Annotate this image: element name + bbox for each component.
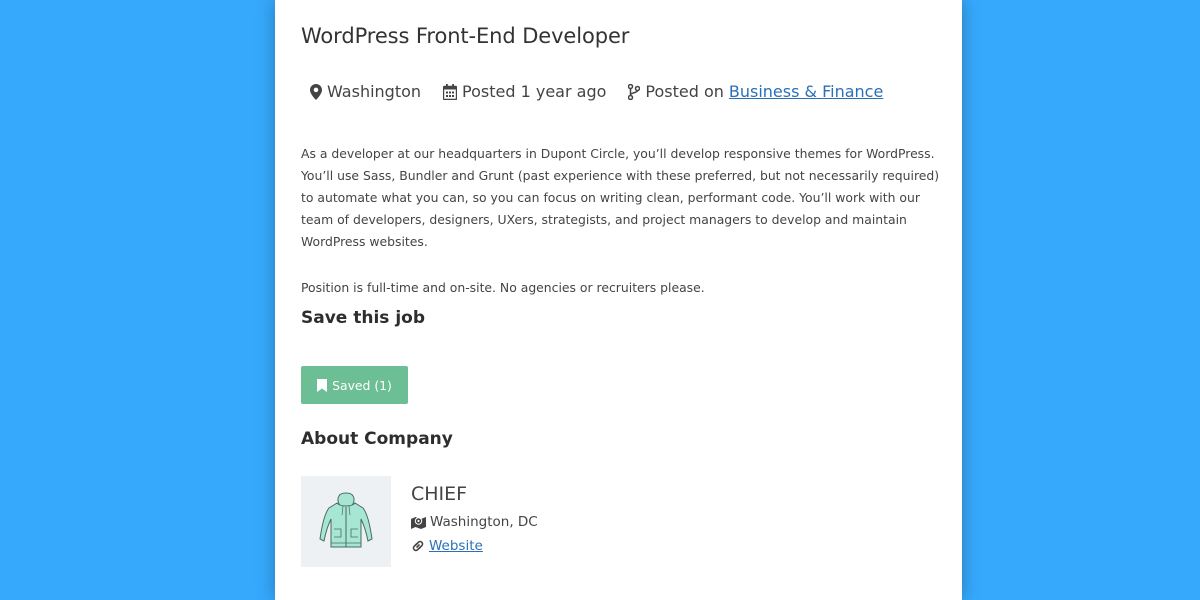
saved-button[interactable]: Saved (1) — [301, 366, 408, 404]
company-location-text: Washington, DC — [430, 514, 538, 530]
job-meta: Washington Posted 1 year ago Posted on B… — [310, 82, 905, 101]
job-posted-text: Posted 1 year ago — [462, 82, 607, 101]
job-location: Washington — [310, 82, 421, 101]
job-title: WordPress Front-End Developer — [301, 24, 630, 48]
map-marker-icon — [310, 83, 322, 100]
job-description: As a developer at our headquarters in Du… — [301, 143, 941, 299]
description-paragraph-1: As a developer at our headquarters in Du… — [301, 146, 940, 249]
saved-button-label: Saved (1) — [332, 377, 392, 393]
website-link[interactable]: Website — [429, 538, 483, 554]
code-branch-icon — [628, 83, 641, 100]
bookmark-icon — [317, 378, 328, 392]
calendar-icon — [443, 83, 458, 100]
category-link[interactable]: Business & Finance — [729, 82, 883, 101]
hoodie-logo — [319, 492, 373, 547]
job-card: WordPress Front-End Developer Washington… — [275, 0, 962, 600]
company-location: Washington, DC — [411, 514, 538, 530]
company-logo — [301, 476, 391, 567]
map-icon — [411, 516, 426, 529]
link-icon — [412, 540, 424, 552]
about-company-heading: About Company — [301, 429, 453, 449]
save-job-heading: Save this job — [301, 308, 426, 328]
company-website: Website — [411, 538, 483, 554]
job-location-text: Washington — [327, 82, 422, 101]
posted-on-label: Posted on — [645, 82, 724, 101]
job-category: Posted on Business & Finance — [628, 82, 883, 101]
company-name: CHIEF — [411, 483, 468, 505]
description-paragraph-2: Position is full-time and on-site. No ag… — [301, 280, 705, 295]
job-posted: Posted 1 year ago — [443, 82, 606, 101]
